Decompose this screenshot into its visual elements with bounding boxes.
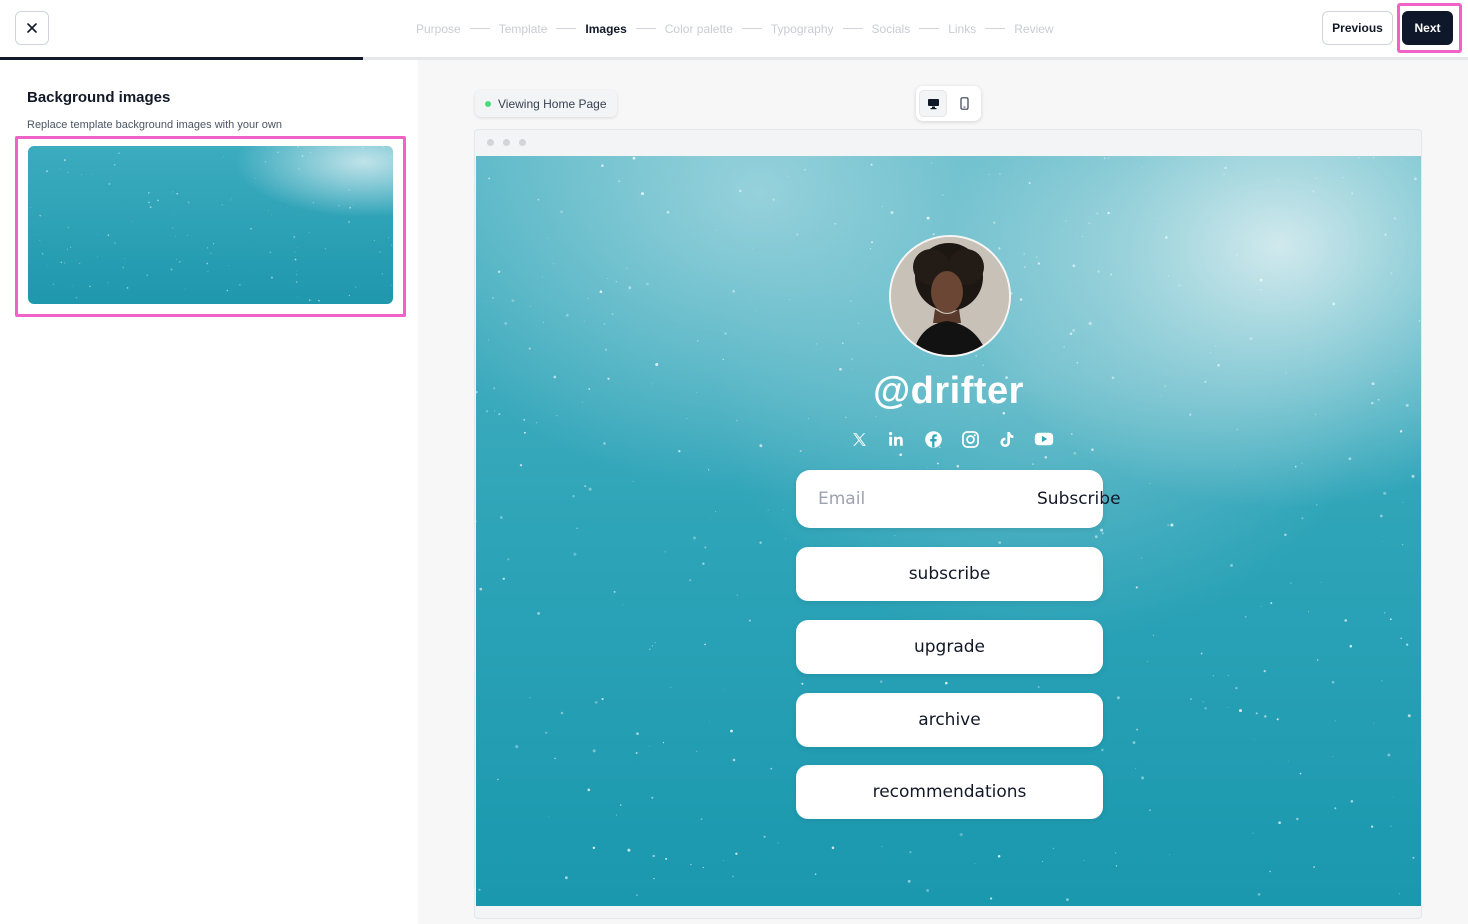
subscribe-button[interactable]: Subscribe (1037, 489, 1121, 509)
background-image-thumbnail[interactable] (28, 146, 393, 304)
background-thumbnail-image (28, 146, 393, 304)
previous-button[interactable]: Previous (1322, 11, 1393, 45)
youtube-icon (1034, 432, 1054, 446)
email-subscribe-form: Subscribe (796, 470, 1121, 528)
window-dot (503, 139, 510, 146)
status-dot (485, 100, 491, 107)
panel-subtitle: Replace template background images with … (27, 119, 282, 131)
mobile-icon (959, 97, 969, 110)
mobile-view-button[interactable] (950, 90, 978, 117)
step-review[interactable]: Review (1014, 22, 1053, 36)
step-separator (741, 28, 762, 29)
step-links[interactable]: Links (948, 22, 976, 36)
email-input[interactable] (818, 489, 1037, 509)
step-separator (842, 28, 863, 29)
link-button-upgrade[interactable]: upgrade (796, 620, 1103, 674)
viewing-label: Viewing Home Page (498, 96, 607, 111)
site-preview: @drifter Email Subscribe subscribe upgra… (476, 156, 1421, 906)
viewing-page-badge: Viewing Home Page (475, 90, 617, 117)
step-typography[interactable]: Typography (771, 22, 834, 36)
step-socials[interactable]: Socials (872, 22, 911, 36)
tiktok-link[interactable] (996, 428, 1018, 450)
wizard-steps: Purpose Template Images Color palette Ty… (416, 0, 1054, 57)
linkedin-icon (889, 432, 903, 446)
link-button-recommendations[interactable]: recommendations (796, 765, 1103, 819)
step-separator (635, 28, 656, 29)
avatar (889, 235, 1011, 357)
close-icon (27, 23, 37, 33)
step-separator (919, 28, 940, 29)
step-separator (985, 28, 1006, 29)
close-button[interactable] (15, 11, 49, 45)
browser-chrome (475, 130, 1421, 155)
step-separator (469, 28, 490, 29)
top-bar: Purpose Template Images Color palette Ty… (0, 0, 1468, 58)
linkedin-link[interactable] (885, 428, 907, 450)
desktop-icon (927, 98, 939, 109)
x-icon (852, 432, 866, 446)
profile-handle: @drifter (873, 370, 1024, 412)
step-color-palette[interactable]: Color palette (665, 22, 733, 36)
device-toggle (916, 86, 981, 121)
window-dot (519, 139, 526, 146)
facebook-icon (924, 430, 942, 448)
youtube-link[interactable] (1033, 428, 1055, 450)
desktop-view-button[interactable] (919, 90, 947, 117)
panel-title: Background images (27, 89, 171, 106)
link-button-archive[interactable]: archive (796, 693, 1103, 747)
social-links (848, 428, 1055, 450)
step-separator (556, 28, 577, 29)
profile-photo (891, 237, 1009, 355)
step-images[interactable]: Images (585, 22, 626, 36)
next-button[interactable]: Next (1402, 11, 1453, 45)
facebook-link[interactable] (922, 428, 944, 450)
link-button-subscribe[interactable]: subscribe (796, 547, 1103, 601)
left-panel: Background images Replace template backg… (0, 60, 418, 924)
tiktok-icon (1000, 431, 1014, 447)
instagram-icon (961, 430, 979, 448)
window-dot (487, 139, 494, 146)
step-template[interactable]: Template (499, 22, 548, 36)
instagram-link[interactable] (959, 428, 981, 450)
x-link[interactable] (848, 428, 870, 450)
step-purpose[interactable]: Purpose (416, 22, 461, 36)
browser-preview-frame: @drifter Email Subscribe subscribe upgra… (474, 129, 1422, 919)
